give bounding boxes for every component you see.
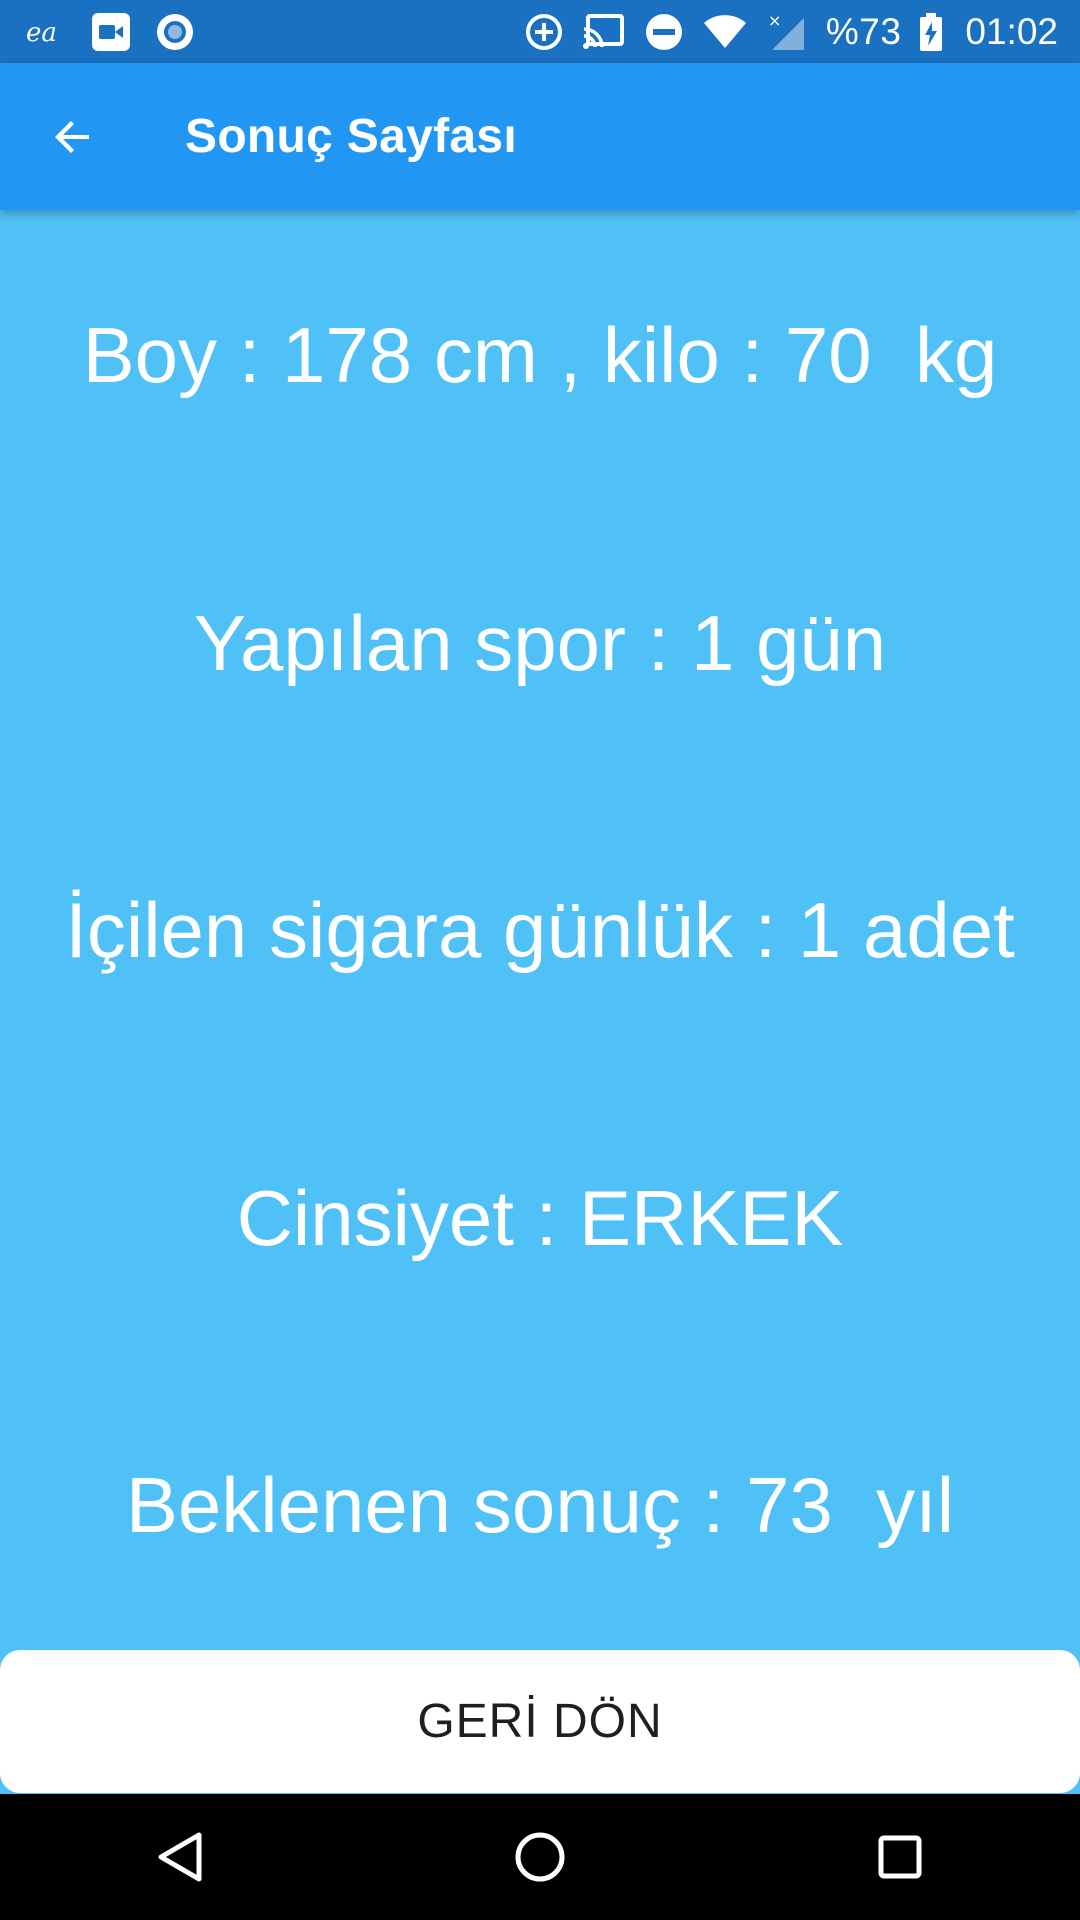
gender-text: Cinsiyet : ERKEK [236,1174,844,1262]
wifi-icon [703,14,746,48]
nav-home-button[interactable] [490,1807,590,1907]
status-bar-left: ea [24,11,218,53]
svg-text:×: × [768,12,781,30]
status-bar-right: × %73 01:02 [506,11,1058,53]
nav-back-button[interactable] [130,1807,230,1907]
cigarettes-text: İçilen sigara günlük : 1 adet [65,886,1015,974]
dnd-icon [645,13,682,50]
nav-recents-button[interactable] [850,1807,950,1907]
battery-percent: %73 [825,10,902,52]
page-title: Sonuç Sayfası [185,110,518,163]
battery-icon [920,12,943,51]
status-bar: ea × %73 01:02 [0,0,1080,63]
nav-recents-icon [878,1835,922,1879]
svg-text:ea: ea [26,18,57,47]
expected-result-text: Beklenen sonuç : 73 yıl [125,1461,955,1549]
nav-home-icon [515,1832,565,1882]
data-saver-icon [525,13,562,50]
nav-back-icon [158,1832,202,1882]
navigation-bar [0,1794,1080,1920]
height-weight-text: Boy : 178 cm , kilo : 70 kg [82,311,998,399]
back-button[interactable] [25,89,121,185]
video-icon [92,12,130,51]
sport-days-text: Yapılan spor : 1 gün [193,599,887,687]
record-icon [157,13,193,50]
go-back-button[interactable]: GERİ DÖN [0,1650,1080,1793]
cast-icon [582,13,624,49]
arrow-back-icon [55,120,89,153]
clock: 01:02 [965,10,1058,52]
app-bar: Sonuç Sayfası [0,63,1080,210]
ea-icon: ea [26,18,57,47]
signal-icon: × [768,12,804,50]
